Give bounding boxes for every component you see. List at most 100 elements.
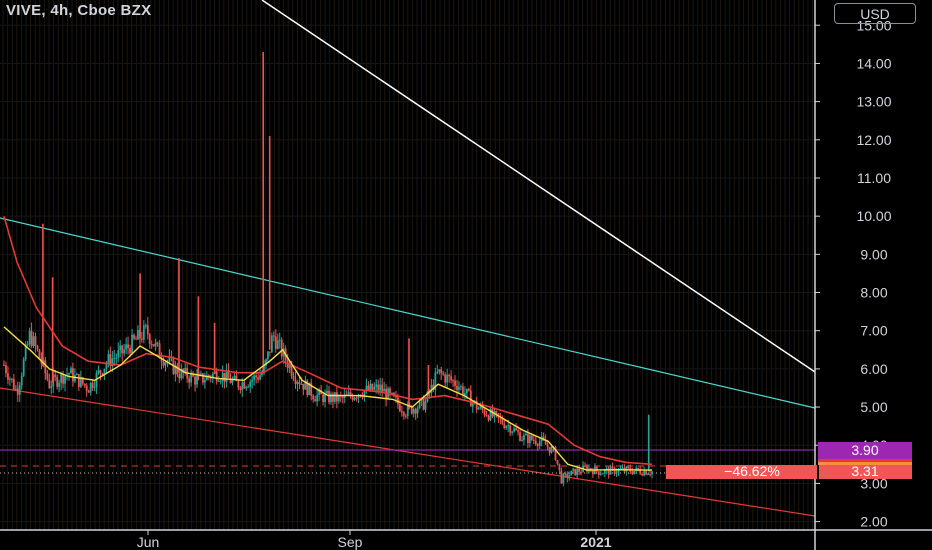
candle-body	[519, 432, 521, 441]
candle-body	[255, 375, 258, 378]
candle-body	[477, 408, 480, 410]
candle-body	[188, 378, 191, 383]
price-tick-label: 12.00	[856, 132, 891, 148]
candle-body	[460, 386, 462, 388]
candle-body	[107, 354, 110, 364]
last-price-label: 3.31	[851, 463, 878, 479]
candle-body	[239, 387, 242, 390]
candle-body	[137, 329, 139, 340]
candle-body	[454, 380, 456, 386]
candle-body	[355, 397, 358, 399]
candle-body	[237, 380, 240, 388]
candle-body	[643, 471, 646, 476]
candle-body	[525, 434, 527, 436]
candle-body	[532, 439, 535, 441]
candle-body	[351, 396, 354, 400]
candle-body	[523, 435, 525, 440]
candle-body	[599, 474, 602, 476]
candle-body	[412, 409, 415, 414]
candle-body	[322, 394, 324, 403]
candle-body	[633, 470, 636, 474]
candle-body	[20, 375, 23, 386]
candle-body	[83, 383, 86, 386]
candle-body	[162, 361, 165, 366]
change-percent-tag[interactable]: −46.62% 3.31	[666, 463, 912, 479]
candle-body	[268, 351, 271, 353]
candle-body	[483, 409, 486, 415]
candle-body	[538, 441, 541, 446]
candle-body	[631, 471, 634, 474]
candle-body	[146, 325, 149, 335]
price-tick-label: 13.00	[856, 94, 891, 110]
price-tick-label: 10.00	[856, 208, 891, 224]
candle-body	[511, 431, 514, 433]
candle-body	[10, 378, 13, 380]
candle-body	[270, 335, 273, 353]
candle-body	[452, 380, 454, 382]
candle-body	[89, 382, 92, 393]
candle-body	[558, 463, 561, 471]
candle-body	[48, 379, 51, 388]
candle-body	[36, 345, 39, 350]
candle-body	[517, 430, 519, 433]
candle-body	[442, 373, 445, 375]
candle-body	[597, 471, 600, 476]
candle-body	[30, 330, 33, 347]
candle-body	[398, 404, 401, 412]
price-tick-label: 8.00	[860, 285, 887, 301]
candle-body	[115, 357, 118, 359]
candle-body	[312, 395, 315, 400]
candle-body	[140, 338, 143, 340]
candle-body	[221, 372, 224, 381]
candle-body	[119, 345, 122, 351]
candle-body	[215, 371, 218, 382]
candle-body	[194, 376, 196, 385]
candle-body	[243, 382, 246, 389]
candle-body	[495, 411, 498, 414]
candle-body	[601, 473, 604, 475]
candle-body	[9, 378, 11, 380]
candle-body	[142, 325, 145, 340]
candle-body	[446, 374, 449, 383]
candle-body	[91, 382, 94, 388]
candle-body	[450, 376, 453, 381]
candle-body	[202, 373, 204, 383]
candle-body	[564, 473, 567, 475]
symbol-title[interactable]: VIVE, 4h, Cboe BZX	[6, 2, 151, 19]
candle-body	[627, 466, 630, 469]
candle-body	[371, 383, 374, 390]
candle-body	[615, 472, 618, 474]
candle-body	[7, 373, 9, 380]
candle-body	[85, 385, 88, 391]
candle-body	[50, 386, 53, 388]
candle-body	[647, 474, 649, 476]
candle-body	[513, 428, 516, 432]
candle-body	[400, 411, 403, 413]
candle-body	[444, 374, 447, 383]
price-tick-label: 11.00	[857, 170, 891, 186]
time-tick-label: Jun	[137, 534, 160, 550]
candle-body	[337, 395, 340, 402]
currency-button[interactable]: USD	[834, 3, 916, 24]
candle-body	[645, 471, 647, 475]
candle-body	[117, 350, 120, 358]
candle-body	[521, 439, 523, 441]
candle-body	[97, 370, 100, 373]
level-price-tag[interactable]: 3.90	[818, 442, 912, 463]
candle-body	[105, 363, 108, 369]
price-tick-label: 5.00	[860, 399, 887, 415]
candle-body	[448, 374, 451, 377]
candle-body	[77, 373, 80, 387]
candle-body	[121, 345, 124, 354]
candle-body	[22, 359, 25, 376]
price-chart[interactable]: 2.003.004.005.006.007.008.009.0010.0011.…	[0, 0, 932, 550]
candle-body	[465, 388, 468, 394]
candle-body	[125, 344, 128, 350]
time-tick-label: Sep	[338, 534, 363, 550]
candle-body	[64, 375, 66, 384]
candle-body	[223, 372, 226, 382]
candle-body	[16, 388, 19, 395]
candle-body	[156, 342, 159, 344]
candle-body	[580, 471, 582, 473]
candle-body	[458, 387, 460, 390]
